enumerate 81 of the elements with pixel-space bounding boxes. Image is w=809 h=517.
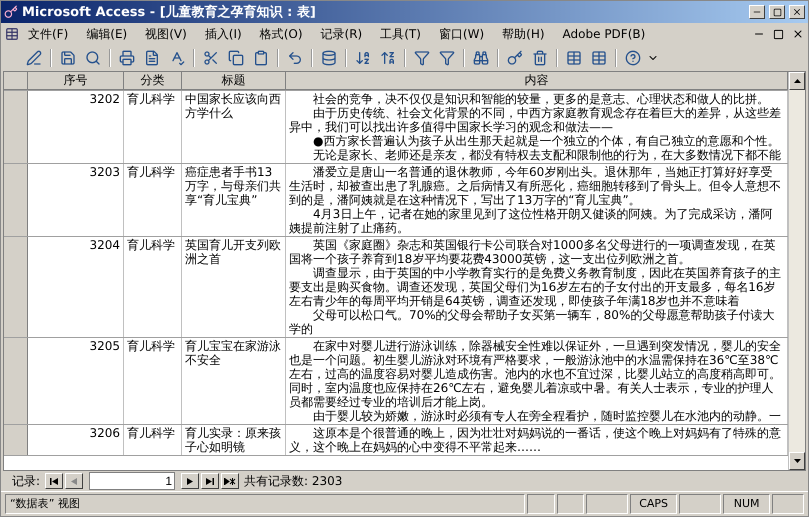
- record-selector[interactable]: [4, 338, 28, 424]
- minimize-button[interactable]: [749, 5, 765, 19]
- key-icon: [4, 5, 18, 19]
- table-cell: 3203: [28, 164, 124, 236]
- close-icon[interactable]: [792, 28, 804, 40]
- first-record-button[interactable]: [45, 473, 64, 489]
- menu-item[interactable]: 编辑(E): [77, 24, 136, 44]
- new-record-button[interactable]: [221, 473, 240, 489]
- close-button[interactable]: [789, 5, 805, 19]
- menu-item[interactable]: 视图(V): [136, 24, 196, 44]
- menu-item[interactable]: 记录(R): [312, 24, 372, 44]
- content-paragraph: 父母可以松口气。70%的父母会帮助子女买第一辆车，80%的父母愿意帮助孩子付读大学的: [289, 308, 776, 336]
- scroll-down-button[interactable]: [789, 452, 805, 470]
- window-title: Microsoft Access - [儿童教育之孕育知识 : 表]: [22, 4, 317, 21]
- table-icon: [5, 27, 19, 41]
- column-header[interactable]: 标题: [182, 72, 286, 90]
- content-paragraph: 由于历史传统、社会文化背景的不同，中西方家庭教育观念存在着巨大的差异，从这些差异中，我们可以找出许多值得中国家长学习的观念和做法——: [289, 106, 782, 134]
- table-cell: 育儿科学: [124, 164, 182, 236]
- column-header[interactable]: 分类: [124, 72, 182, 90]
- content-paragraph: 社会的竞争，决不仅仅是知识和智能的较量，更多的是意志、心理状态和做人的比拼。: [312, 92, 770, 106]
- menu-item[interactable]: Adobe PDF(B): [554, 25, 654, 43]
- record-selector[interactable]: [4, 425, 28, 455]
- table-cell: 3204: [28, 237, 124, 337]
- record-selector[interactable]: [4, 91, 28, 163]
- record-selector[interactable]: [4, 164, 28, 236]
- table-cell: 育儿科学: [124, 338, 182, 424]
- content-paragraph: 潘爱立是唐山一名普通的退休教师，今年60岁刚出头。退休那年，当她正打算好好享受生活时，却被查出患了乳腺癌。之后病情又有所恶化，癌细胞转移到了骨头上。但令人意想不到的是，潘阿姨就是在这种情况下，写出了13万字的“育儿宝典”。: [289, 165, 782, 207]
- table-cell: 3206: [28, 425, 124, 455]
- previous-record-button[interactable]: [65, 473, 84, 489]
- status-panel: [556, 494, 584, 514]
- content-paragraph: 由于婴儿较为娇嫩，游泳时必须有专人在旁全程看护，随时监控婴儿在水池内的动静。一: [312, 409, 782, 423]
- content-paragraph: 无论是家长、老师还是亲友，都没有特权去支配和限制他的行为，在大多数情况下都不能: [312, 148, 782, 162]
- previous-icon: [71, 478, 78, 484]
- table-cell: 3202: [28, 91, 124, 163]
- first-icon: [50, 478, 58, 484]
- maximize-button[interactable]: [769, 5, 785, 19]
- content-paragraph: 4月3日上午，记者在她的家里见到了这位性格开朗又健谈的阿姨。为了完成采访，潘阿姨提前注射了止痛药。: [289, 207, 774, 235]
- menu-item[interactable]: 窗口(W): [430, 24, 494, 44]
- table-cell: 育儿科学: [124, 91, 182, 163]
- menu-item[interactable]: 插入(I): [196, 24, 251, 44]
- status-panel: [526, 494, 555, 514]
- table-cell: 英国育儿开支列欧洲之首: [182, 237, 286, 337]
- table-cell: 育儿科学: [124, 237, 182, 337]
- last-record-button[interactable]: [201, 473, 220, 489]
- maximize-icon: [772, 8, 782, 16]
- column-header[interactable]: 序号: [28, 72, 124, 90]
- status-panel: [586, 494, 628, 514]
- content-paragraph: 在家中对婴儿进行游泳训练，除器械安全性难以保证外，一旦遇到突发情况，婴儿的安全也是一个问题。初生婴儿游泳对环境有严格要求，一般游泳池中的水温需保持在36℃至38℃左右，过高的温度容易对婴儿造成伤害。池内的水也不宜过深，比婴儿站立的高度稍高即可。同时，室内温度也应保持在26℃左右，避免婴儿着凉或中暑。有关人士表示，专业的护理人员都需要经过专业的培训后才能上岗。: [289, 339, 782, 409]
- close-icon: [792, 7, 802, 17]
- record-number-field[interactable]: 1: [89, 472, 176, 490]
- content-paragraph: 英国《家庭圈》杂志和英国银行卡公司联合对1000多名父母进行的一项调查发现，在英国将一个孩子养育到18岁平均要花费43000英镑，这一支出位列欧洲之首。: [289, 238, 777, 266]
- menu-item[interactable]: 帮助(H): [493, 24, 554, 44]
- content-paragraph: 调查显示，由于英国的中小学教育实行的是免费义务教育制度，因此在英国养育孩子的主要支出是购买食物。调查还发现，英国父母们为16岁左右的子女付出的开支最多，每名16岁左右青少年的每周平均开销是64英镑，调查还发现，即使孩子年满18岁也并不意味着: [289, 266, 782, 308]
- table-cell: 育儿实录：原来孩子心如明镜: [182, 425, 286, 455]
- table-cell: 3205: [28, 338, 124, 424]
- menu-item[interactable]: 格式(O): [250, 24, 312, 44]
- status-view-text: “数据表” 视图: [5, 494, 525, 514]
- record-selector[interactable]: [4, 237, 28, 337]
- navigator-label: 记录:: [12, 472, 40, 490]
- column-header[interactable]: 内容: [286, 72, 788, 90]
- up-arrow-icon: [794, 79, 800, 83]
- table-cell: 中国家长应该向西方学什么: [182, 91, 286, 163]
- record-count: 共有记录数: 2303: [244, 472, 342, 490]
- down-arrow-icon: [794, 459, 800, 463]
- last-icon: [206, 478, 214, 484]
- vertical-scrollbar[interactable]: [788, 72, 805, 470]
- table-cell: 癌症患者手书13万字，与母亲们共享“育儿宝典”: [182, 164, 286, 236]
- caps-indicator: CAPS: [630, 494, 678, 514]
- status-panel: [772, 494, 804, 514]
- table-cell: 育儿宝宝在家游泳不安全: [182, 338, 286, 424]
- num-indicator: NUM: [722, 494, 770, 514]
- menu-item[interactable]: 工具(T): [371, 24, 430, 44]
- restore-icon[interactable]: [773, 28, 784, 40]
- next-icon: [187, 478, 194, 484]
- menu-item[interactable]: 文件(F): [19, 24, 78, 44]
- table-cell: 育儿科学: [124, 425, 182, 455]
- next-record-button[interactable]: [181, 473, 200, 489]
- content-paragraph: ●西方家长普遍认为孩子从出生那天起就是一个独立的个体，有自己独立的意愿和个性。: [312, 134, 780, 148]
- status-panel: [679, 494, 721, 514]
- content-paragraph: 这原本是个很普通的晚上，因为壮壮对妈妈说的一番话，使这个晚上对妈妈有了特殊的意义，这个晚上在妈妈的心中变得不平常起来……: [289, 426, 782, 454]
- scroll-up-button[interactable]: [789, 72, 805, 90]
